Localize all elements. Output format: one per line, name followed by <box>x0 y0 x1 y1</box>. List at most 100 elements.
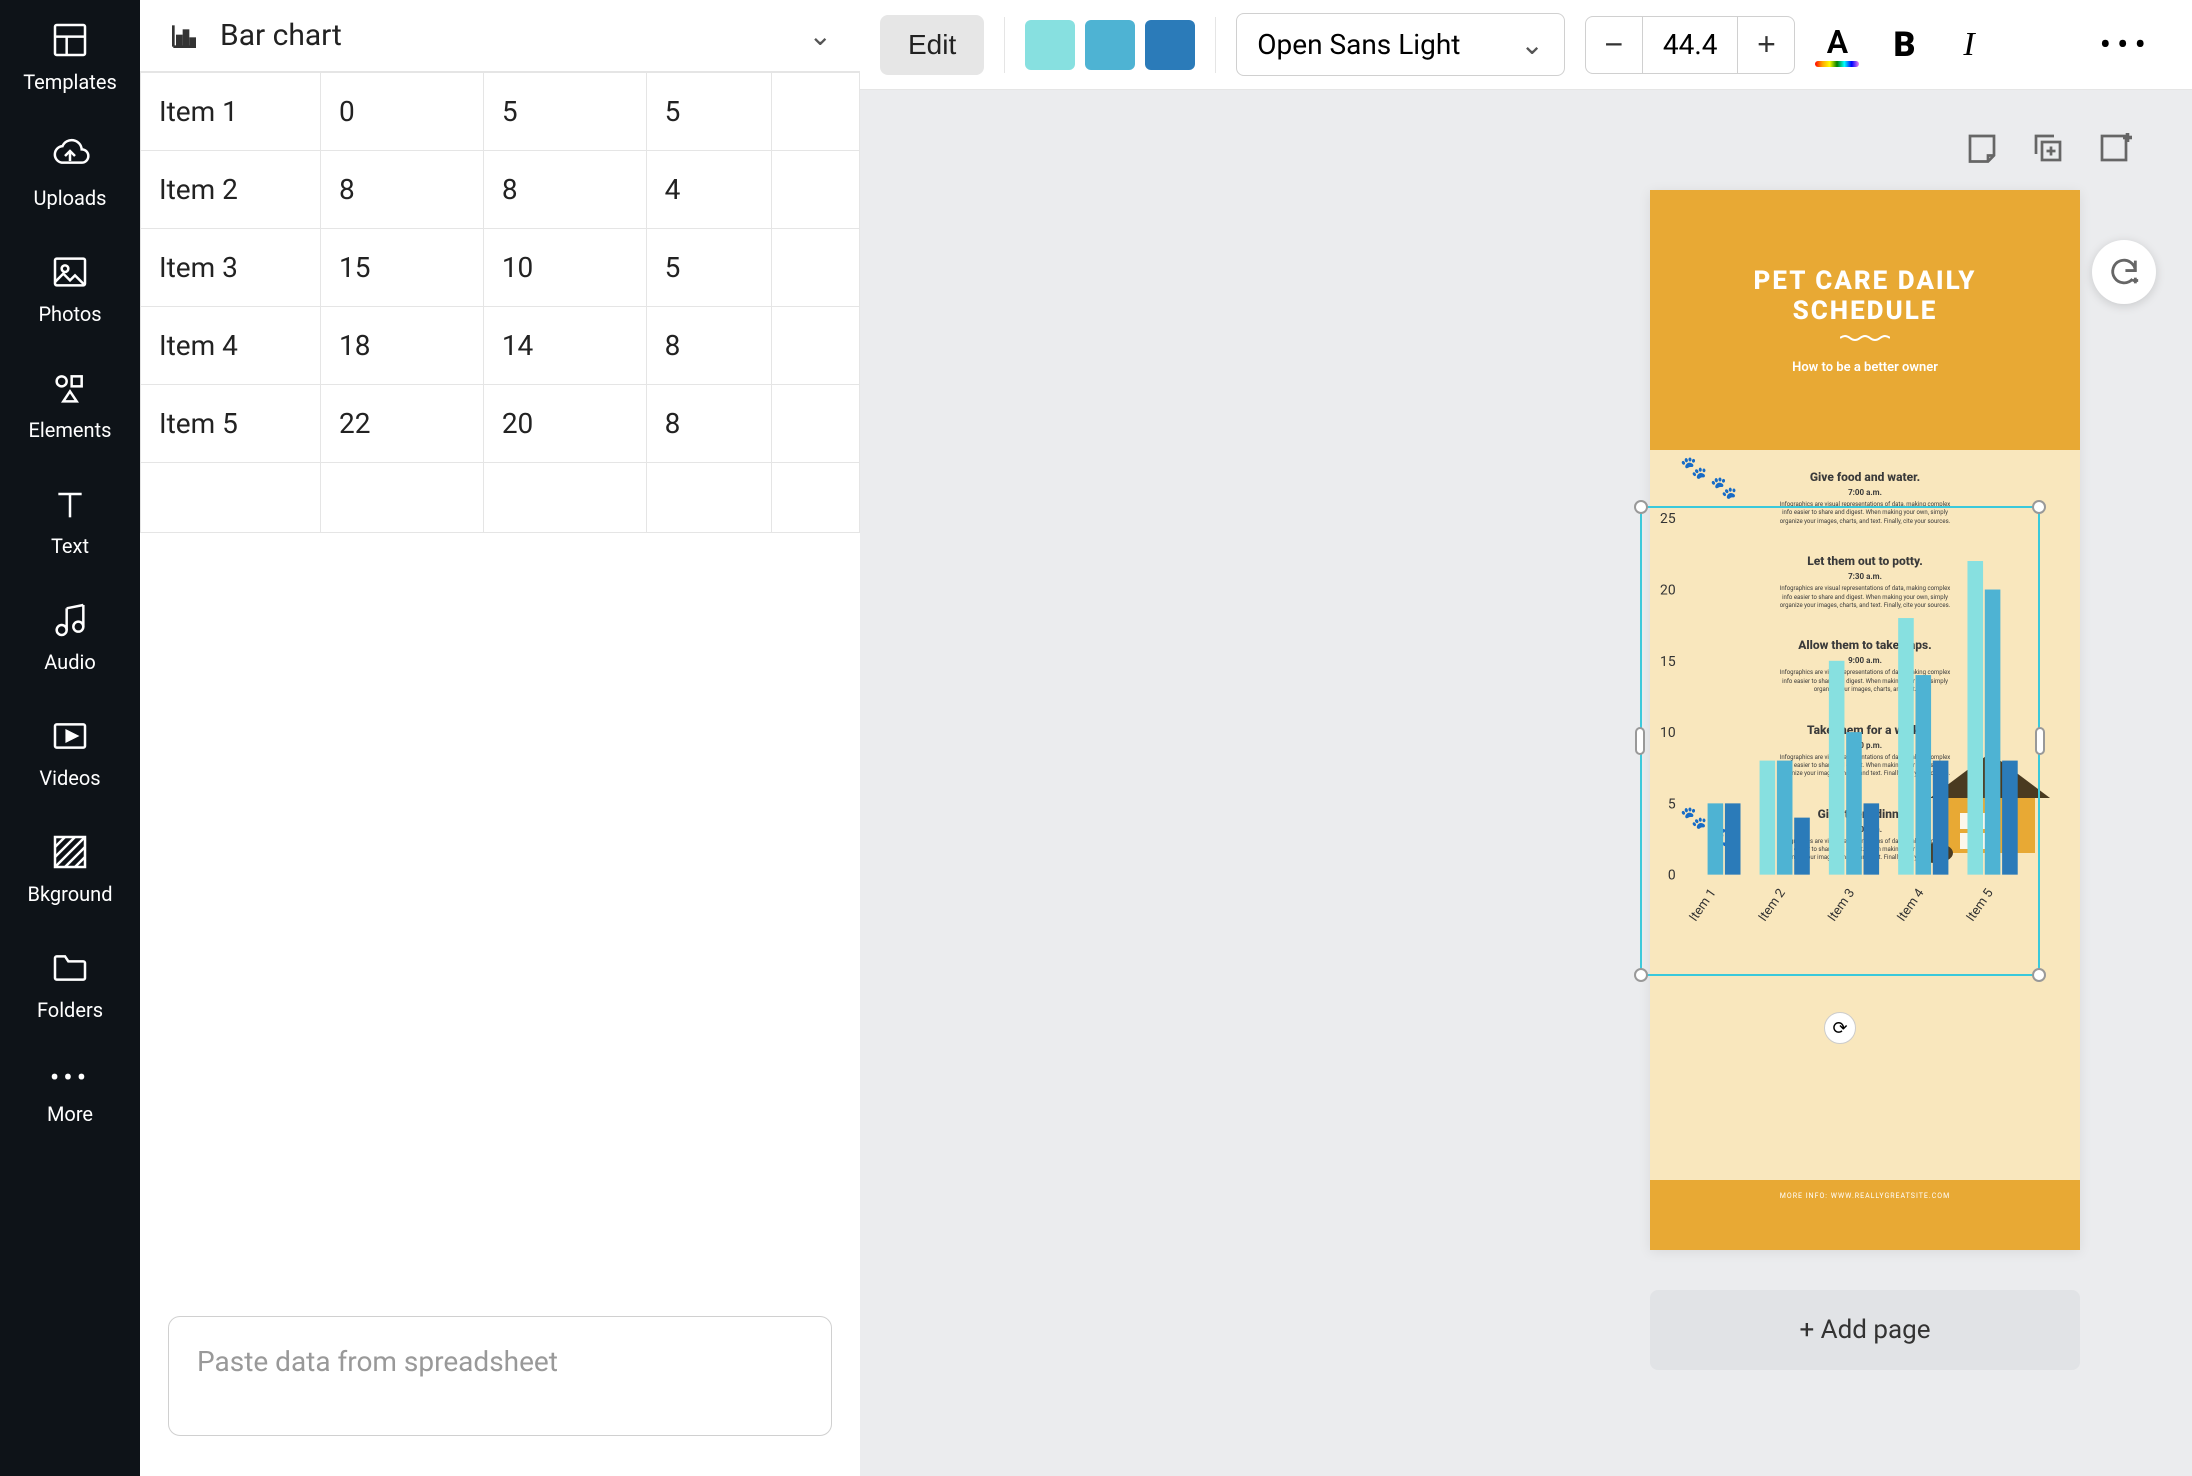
paste-placeholder: Paste data from spreadsheet <box>197 1345 558 1378</box>
italic-button[interactable]: I <box>1949 18 1988 72</box>
resize-handle-top-right[interactable] <box>2032 500 2046 514</box>
color-swatch-3[interactable] <box>1145 20 1195 70</box>
table-value-cell[interactable]: 4 <box>646 151 771 229</box>
sidebar-item-more[interactable]: ••• More <box>47 1064 93 1126</box>
chart-type-selector[interactable]: Bar chart ⌄ <box>140 0 860 72</box>
svg-text:10: 10 <box>1660 725 1676 741</box>
resize-handle-mid-right[interactable] <box>2035 727 2045 755</box>
table-empty-cell[interactable] <box>772 73 860 151</box>
table-empty-cell[interactable] <box>772 307 860 385</box>
sidebar-item-audio[interactable]: Audio <box>44 600 96 674</box>
rainbow-underline-icon <box>1815 61 1859 67</box>
sidebar-label: Photos <box>38 302 101 326</box>
resize-handle-bottom-left[interactable] <box>1634 968 1648 982</box>
more-dots-icon: ••• <box>50 1064 90 1092</box>
design-subtitle: How to be a better owner <box>1792 360 1938 375</box>
table-value-cell[interactable]: 22 <box>321 385 484 463</box>
background-icon <box>50 832 90 872</box>
text-color-letter: A <box>1827 23 1848 61</box>
table-value-cell[interactable]: 10 <box>483 229 646 307</box>
sidebar-label: Bkground <box>28 882 113 906</box>
sidebar-item-videos[interactable]: Videos <box>39 716 100 790</box>
sidebar-label: Folders <box>37 998 103 1022</box>
toolbar-divider <box>1215 17 1216 73</box>
paste-data-textarea[interactable]: Paste data from spreadsheet <box>168 1316 832 1436</box>
sidebar-label: Text <box>51 534 89 558</box>
design-header: PET CARE DAILY SCHEDULE How to be a bett… <box>1650 190 2080 450</box>
svg-text:15: 15 <box>1660 654 1676 670</box>
table-value-cell[interactable]: 18 <box>321 307 484 385</box>
design-page[interactable]: PET CARE DAILY SCHEDULE How to be a bett… <box>1650 190 2080 1250</box>
table-empty-cell[interactable] <box>141 463 321 533</box>
resize-handle-mid-left[interactable] <box>1635 727 1645 755</box>
table-value-cell[interactable]: 5 <box>646 229 771 307</box>
table-value-cell[interactable]: 0 <box>321 73 484 151</box>
chart-data-table[interactable]: Item 1055Item 2884Item 315105Item 418148… <box>140 72 860 533</box>
color-swatch-1[interactable] <box>1025 20 1075 70</box>
font-size-increase-button[interactable]: + <box>1738 17 1794 73</box>
sidebar-item-elements[interactable]: Elements <box>29 368 112 442</box>
table-empty-cell[interactable] <box>483 463 646 533</box>
svg-text:20: 20 <box>1660 582 1676 598</box>
font-size-decrease-button[interactable]: − <box>1586 17 1642 73</box>
bold-button[interactable]: B <box>1879 17 1929 73</box>
table-empty-cell[interactable] <box>772 385 860 463</box>
add-page-icon[interactable] <box>2096 130 2132 166</box>
table-category-cell[interactable]: Item 4 <box>141 307 321 385</box>
svg-text:Item 3: Item 3 <box>1825 886 1858 924</box>
sidebar-item-uploads[interactable]: Uploads <box>34 136 107 210</box>
add-page-button[interactable]: + Add page <box>1650 1290 2080 1370</box>
resize-handle-bottom-right[interactable] <box>2032 968 2046 982</box>
table-value-cell[interactable]: 8 <box>483 151 646 229</box>
resize-handle-top-left[interactable] <box>1634 500 1648 514</box>
floating-action-button[interactable] <box>2092 240 2156 304</box>
font-family-select[interactable]: Open Sans Light ⌄ <box>1236 13 1565 76</box>
sidebar-label: Templates <box>23 70 117 94</box>
table-value-cell[interactable]: 8 <box>646 385 771 463</box>
sidebar-item-photos[interactable]: Photos <box>38 252 101 326</box>
notes-icon[interactable] <box>1964 130 2000 166</box>
photos-icon <box>50 252 90 292</box>
color-swatch-2[interactable] <box>1085 20 1135 70</box>
table-value-cell[interactable]: 20 <box>483 385 646 463</box>
text-color-button[interactable]: A <box>1815 23 1859 67</box>
table-value-cell[interactable]: 8 <box>646 307 771 385</box>
edit-button[interactable]: Edit <box>880 15 984 75</box>
table-value-cell[interactable]: 14 <box>483 307 646 385</box>
table-value-cell[interactable]: 5 <box>646 73 771 151</box>
design-footer: MORE INFO: WWW.REALLYGREATSITE.COM <box>1650 1180 2080 1250</box>
font-size-control: − 44.4 + <box>1585 16 1796 74</box>
sidebar-label: Uploads <box>34 186 107 210</box>
design-title-line2: SCHEDULE <box>1793 296 1938 326</box>
duplicate-page-icon[interactable] <box>2030 130 2066 166</box>
top-toolbar: Edit Open Sans Light ⌄ − 44.4 + A B I ••… <box>860 0 2192 90</box>
paw-icon: 🐾 <box>1710 476 1737 501</box>
sidebar-label: More <box>47 1102 93 1126</box>
table-empty-cell[interactable] <box>772 151 860 229</box>
canvas-area[interactable]: PET CARE DAILY SCHEDULE How to be a bett… <box>860 90 2192 1476</box>
page-actions <box>1964 130 2132 166</box>
toolbar-divider <box>1004 17 1005 73</box>
table-empty-cell[interactable] <box>772 229 860 307</box>
table-value-cell[interactable]: 5 <box>483 73 646 151</box>
sidebar-item-templates[interactable]: Templates <box>23 20 117 94</box>
sidebar-label: Elements <box>29 418 112 442</box>
font-size-value[interactable]: 44.4 <box>1642 17 1739 73</box>
table-empty-cell[interactable] <box>321 463 484 533</box>
audio-icon <box>50 600 90 640</box>
table-category-cell[interactable]: Item 1 <box>141 73 321 151</box>
table-category-cell[interactable]: Item 3 <box>141 229 321 307</box>
sidebar-item-text[interactable]: Text <box>50 484 90 558</box>
table-category-cell[interactable]: Item 5 <box>141 385 321 463</box>
selected-chart-element[interactable]: 0510152025Item 1Item 2Item 3Item 4Item 5… <box>1640 506 2040 976</box>
table-value-cell[interactable]: 15 <box>321 229 484 307</box>
table-empty-cell[interactable] <box>646 463 771 533</box>
sidebar-item-folders[interactable]: Folders <box>37 948 103 1022</box>
table-empty-cell[interactable] <box>772 463 860 533</box>
table-category-cell[interactable]: Item 2 <box>141 151 321 229</box>
sidebar-label: Audio <box>44 650 96 674</box>
sidebar-item-background[interactable]: Bkground <box>28 832 113 906</box>
table-value-cell[interactable]: 8 <box>321 151 484 229</box>
toolbar-more-button[interactable]: ••• <box>2100 25 2172 65</box>
rotate-handle[interactable]: ⟳ <box>1824 1012 1856 1044</box>
